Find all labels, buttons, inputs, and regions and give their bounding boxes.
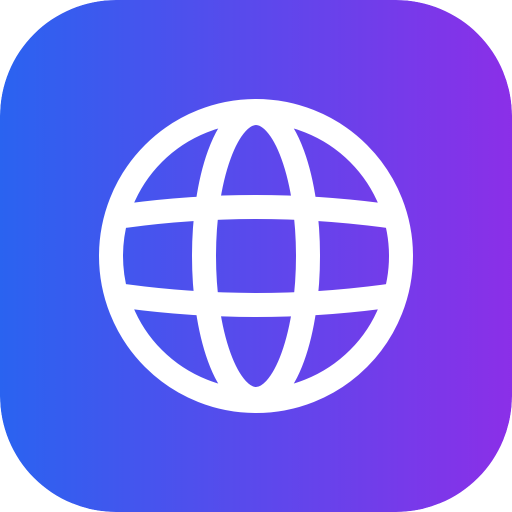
app-icon-graphic [0,0,512,512]
icon-background [0,0,512,512]
app-icon[interactable] [0,0,512,512]
globe-latitude-lower [112,284,400,317]
globe-latitude-upper [112,195,400,228]
